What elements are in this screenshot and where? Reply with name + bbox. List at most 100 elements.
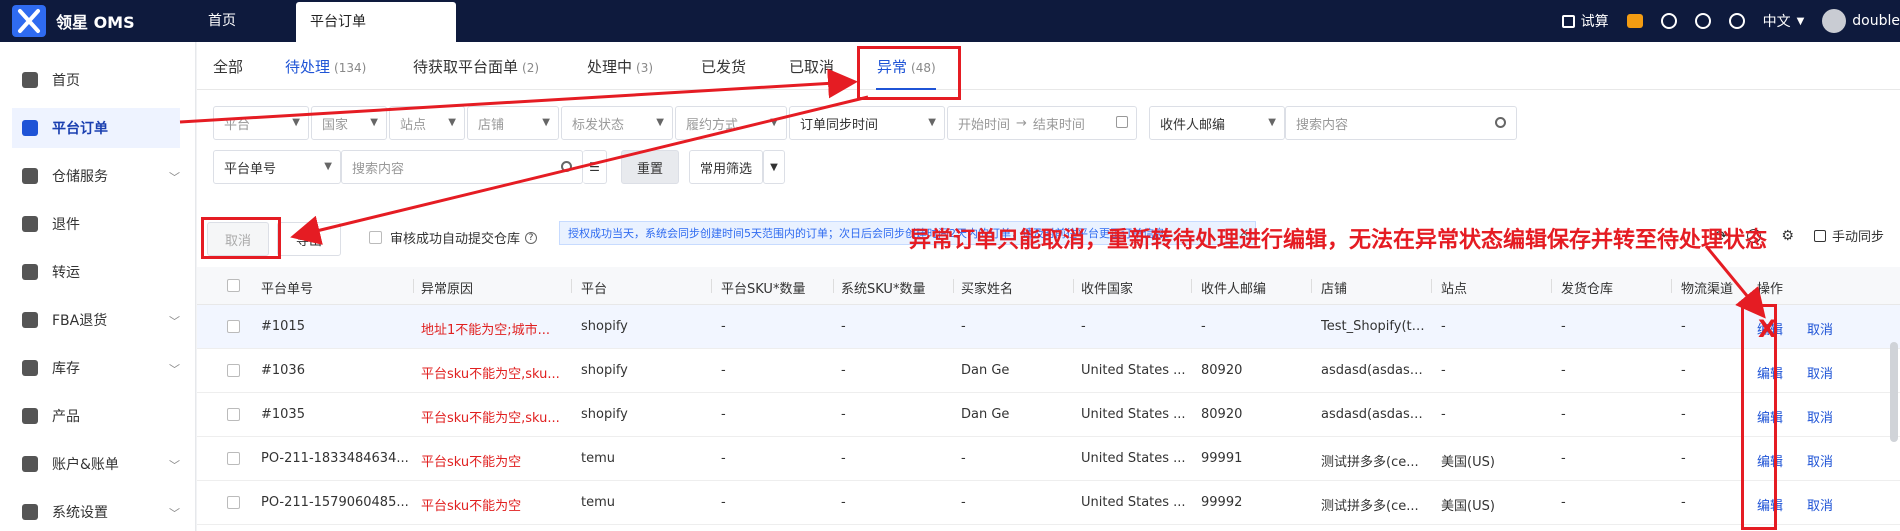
table-scrollbar[interactable]: [1890, 342, 1898, 442]
trial-calc-button[interactable]: 试算: [1561, 11, 1609, 31]
sidebar-item-warehouse[interactable]: 仓储服务 ﹀: [12, 156, 180, 196]
col-actions: 操作: [1757, 282, 1784, 297]
row-checkbox[interactable]: [227, 452, 240, 465]
user-menu[interactable]: double: [1822, 9, 1900, 33]
annotation-box-cancel: [201, 217, 281, 259]
sidebar-item-transfer[interactable]: 转运: [12, 252, 180, 292]
warehouse-icon: [22, 168, 38, 184]
select-all-checkbox[interactable]: [227, 279, 240, 292]
sync-time-select[interactable]: 订单同步时间 ▼: [789, 106, 945, 140]
cell-platform: temu: [581, 495, 615, 510]
sidebar-item-products[interactable]: 产品: [12, 396, 180, 436]
cell-site: 美国(US): [1441, 499, 1495, 514]
row-checkbox[interactable]: [227, 364, 240, 377]
sidebar-item-label: FBA退货: [52, 313, 108, 329]
app-logo[interactable]: 领星 OMS: [12, 5, 135, 37]
batch-search-button[interactable]: ☰: [583, 150, 607, 184]
sidebar-item-fba-returns[interactable]: FBA退货 ﹀: [12, 300, 180, 340]
sidebar-item-platform-orders[interactable]: 平台订单: [12, 108, 180, 148]
tab-awaiting-label[interactable]: 待获取平台面单 (2): [413, 56, 539, 77]
common-filter-button[interactable]: 常用筛选: [689, 150, 763, 184]
download-button[interactable]: [1660, 13, 1677, 29]
top-right-tools: 试算 中文 ▼ double: [1561, 0, 1900, 42]
cell-platform: shopify: [581, 407, 628, 422]
tab-label: 待处理: [285, 58, 331, 76]
tab-processing[interactable]: 处理中 (3): [587, 56, 653, 77]
common-filter-dropdown[interactable]: ▼: [763, 150, 785, 184]
list-icon: ☰: [589, 160, 600, 174]
cell-system-sku: -: [841, 363, 846, 378]
sidebar-item-returns[interactable]: 退件: [12, 204, 180, 244]
search-input-2[interactable]: 搜索内容: [341, 150, 583, 184]
platform-filter[interactable]: 平台 ▼: [213, 106, 309, 140]
calendar-icon: [1116, 116, 1128, 128]
row-checkbox[interactable]: [227, 408, 240, 421]
order-no-select[interactable]: 平台单号 ▼: [213, 150, 341, 184]
sidebar-item-label: 平台订单: [52, 121, 108, 137]
top-tab-platform-orders[interactable]: 平台订单: [296, 2, 456, 42]
cell-site: 美国(US): [1441, 455, 1495, 470]
col-order-no: 平台单号: [261, 282, 314, 297]
cancel-link[interactable]: 取消: [1807, 451, 1833, 470]
sidebar-item-label: 产品: [52, 409, 80, 425]
chevron-down-icon: ▼: [292, 117, 300, 128]
settings-button[interactable]: [1694, 13, 1711, 29]
cancel-link[interactable]: 取消: [1807, 319, 1833, 338]
cell-shop: Test_Shopify(te...: [1321, 319, 1429, 334]
sidebar-item-system-settings[interactable]: 系统设置 ﹀: [12, 492, 180, 531]
caret-down-icon: ▼: [1796, 15, 1805, 27]
table-row: #1015 地址1不能为空;城市... shopify - - - - - Te…: [197, 305, 1900, 349]
label-status-filter[interactable]: 标发状态 ▼: [561, 106, 673, 140]
search-placeholder: 搜索内容: [1296, 117, 1349, 133]
row-checkbox[interactable]: [227, 496, 240, 509]
country-filter[interactable]: 国家 ▼: [311, 106, 387, 140]
cancel-link[interactable]: 取消: [1807, 363, 1833, 382]
auto-submit-option[interactable]: 审核成功自动提交仓库 ?: [369, 228, 538, 247]
row-checkbox[interactable]: [227, 320, 240, 333]
table-row: #1035 平台sku不能为空,sku... shopify - - Dan G…: [197, 393, 1900, 437]
zip-field-select[interactable]: 收件人邮编 ▼: [1149, 106, 1285, 140]
range-arrow-icon: →: [1016, 115, 1027, 131]
tab-shipped[interactable]: 已发货: [701, 56, 746, 77]
tab-count: (134): [334, 61, 367, 75]
settings-icon: [22, 504, 38, 520]
sidebar-item-inventory[interactable]: 库存 ﹀: [12, 348, 180, 388]
site-filter[interactable]: 站点 ▼: [389, 106, 465, 140]
language-select[interactable]: 中文 ▼: [1763, 11, 1805, 31]
manual-sync-button[interactable]: 手动同步: [1832, 226, 1884, 245]
cell-reason: 地址1不能为空;城市...: [421, 323, 551, 338]
date-range-picker[interactable]: 开始时间 → 结束时间: [947, 106, 1137, 140]
fulfillment-filter[interactable]: 履约方式 ▼: [675, 106, 787, 140]
robot-button[interactable]: [1626, 14, 1643, 28]
tab-cancelled[interactable]: 已取消: [789, 56, 834, 77]
auto-submit-label: 审核成功自动提交仓库: [390, 232, 521, 247]
cancel-link[interactable]: 取消: [1807, 407, 1833, 426]
search-input-1[interactable]: 搜索内容: [1285, 106, 1517, 140]
help-button[interactable]: [1728, 13, 1745, 29]
sidebar-item-home[interactable]: 首页: [12, 60, 180, 100]
tab-pending[interactable]: 待处理 (134): [285, 56, 366, 77]
lingxing-logo-icon: [12, 5, 46, 37]
col-shop: 店铺: [1321, 282, 1348, 297]
cell-platform: shopify: [581, 363, 628, 378]
chevron-down-icon: ▼: [770, 117, 778, 128]
trial-calc-label: 试算: [1580, 14, 1609, 30]
top-tab-home[interactable]: 首页: [208, 0, 236, 42]
shop-filter[interactable]: 店铺 ▼: [467, 106, 559, 140]
cell-platform-sku: -: [721, 319, 726, 334]
col-divider: [1311, 279, 1312, 293]
chevron-down-icon: ﹀: [169, 315, 180, 328]
auto-submit-checkbox[interactable]: [369, 231, 382, 244]
cell-system-sku: -: [841, 319, 846, 334]
tab-label: 已发货: [701, 58, 747, 76]
sidebar-item-label: 账户&账单: [52, 457, 119, 473]
col-divider: [833, 279, 834, 293]
filter-label: 站点: [400, 117, 427, 133]
tab-all[interactable]: 全部: [213, 56, 243, 77]
cancel-link[interactable]: 取消: [1807, 495, 1833, 514]
sidebar-item-account-billing[interactable]: 账户&账单 ﹀: [12, 444, 180, 484]
reset-button[interactable]: 重置: [621, 150, 679, 184]
column-settings-icon[interactable]: ⚙: [1781, 228, 1794, 244]
export-button[interactable]: 导出: [277, 222, 341, 256]
chevron-down-icon: ▼: [1268, 117, 1276, 128]
